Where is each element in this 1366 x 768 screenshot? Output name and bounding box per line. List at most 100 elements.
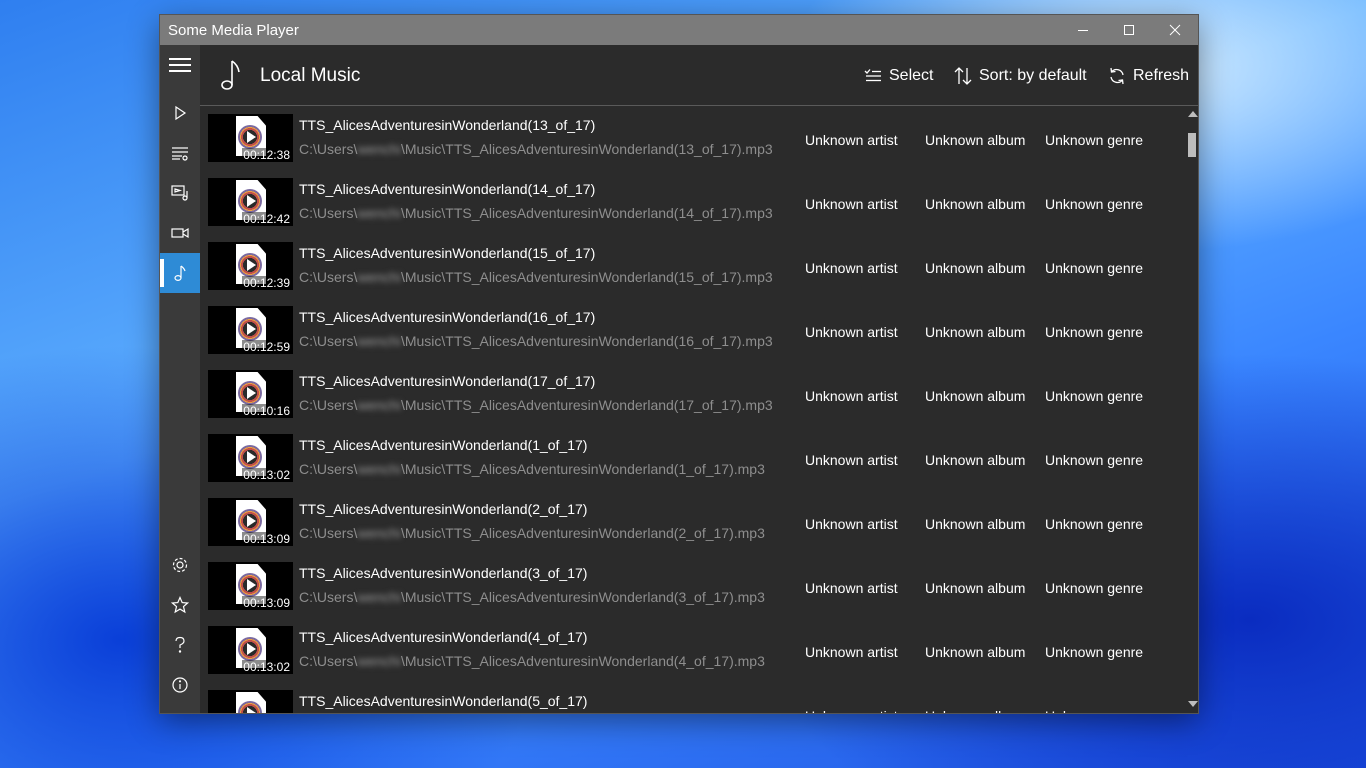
track-path: C:\Users\wenchi\Music\TTS_AlicesAdventur… <box>299 461 765 477</box>
track-path-suffix: \Music\TTS_AlicesAdventuresinWonderland(… <box>400 461 765 477</box>
track-row[interactable]: 00:12:42 TTS_AlicesAdventuresinWonderland… <box>200 170 1185 234</box>
track-artist: Unknown artist <box>805 516 898 532</box>
track-duration: 00:13:09 <box>242 532 291 546</box>
track-duration: 00:12:38 <box>242 148 291 162</box>
track-title: TTS_AlicesAdventuresinWonderland(13_of_1… <box>299 117 596 133</box>
track-genre: Unknown genre <box>1045 196 1144 212</box>
track-path: C:\Users\wenchi\Music\TTS_AlicesAdventur… <box>299 141 773 157</box>
sidebar-item-playlists[interactable] <box>160 133 200 173</box>
track-album: Unknown album <box>925 260 1026 276</box>
sidebar-item-menu[interactable] <box>160 45 200 85</box>
track-genre: Unknown genre <box>1045 324 1144 340</box>
track-album: Unknown album <box>925 580 1026 596</box>
track-album: Unknown album <box>925 516 1026 532</box>
sort-button[interactable]: Sort: by default <box>954 65 1087 87</box>
sidebar-item-settings[interactable] <box>160 545 200 585</box>
track-path: C:\Users\wenchi\Music\TTS_AlicesAdventur… <box>299 205 773 221</box>
track-album: Unknown album <box>925 644 1026 660</box>
sidebar-item-now-playing[interactable] <box>160 93 200 133</box>
track-list[interactable]: 00:12:38 TTS_AlicesAdventuresinWonderland… <box>200 106 1185 713</box>
sort-label: Sort: by default <box>979 67 1087 84</box>
track-duration: 00:12:42 <box>242 212 291 226</box>
track-path-user: wenchi <box>357 141 401 157</box>
track-path-prefix: C:\Users\ <box>299 461 358 477</box>
sidebar-item-library[interactable] <box>160 173 200 213</box>
track-row[interactable]: 00:13:02 TTS_AlicesAdventuresinWonderland… <box>200 426 1185 490</box>
track-path-suffix: \Music\TTS_AlicesAdventuresinWonderland(… <box>400 269 773 285</box>
play-overlay-icon <box>247 131 256 143</box>
track-duration: 00:13:02 <box>242 660 291 674</box>
track-path-prefix: C:\Users\ <box>299 141 358 157</box>
track-path-user: wenchi <box>357 589 401 605</box>
track-thumbnail: 00:13:02 <box>208 626 293 674</box>
scroll-down-arrow[interactable] <box>1188 701 1198 707</box>
track-path-prefix: C:\Users\ <box>299 653 358 669</box>
track-artist: Unknown artist <box>805 708 898 713</box>
minimize-button[interactable] <box>1060 15 1106 45</box>
track-title: TTS_AlicesAdventuresinWonderland(5_of_17… <box>299 693 588 709</box>
track-path-user: wenchi <box>357 653 401 669</box>
track-title: TTS_AlicesAdventuresinWonderland(3_of_17… <box>299 565 588 581</box>
track-album: Unknown album <box>925 708 1025 713</box>
track-row[interactable]: 00:12:39 TTS_AlicesAdventuresinWonderland… <box>200 234 1185 298</box>
track-row[interactable]: 00:13:09 TTS_AlicesAdventuresinWonderland… <box>200 490 1185 554</box>
track-path-user: wenchi <box>357 461 401 477</box>
track-title: TTS_AlicesAdventuresinWonderland(2_of_17… <box>299 501 588 517</box>
track-row[interactable]: TTS_AlicesAdventuresinWonderland(5_of_17… <box>200 682 1185 713</box>
play-overlay-icon <box>247 707 256 713</box>
sidebar-item-favorites[interactable] <box>160 585 200 625</box>
scroll-up-arrow[interactable] <box>1188 111 1198 117</box>
refresh-label: Refresh <box>1133 67 1190 84</box>
sidebar-item-about[interactable] <box>160 665 200 705</box>
track-thumbnail: 00:12:59 <box>208 306 293 354</box>
sidebar-item-help[interactable] <box>160 625 200 665</box>
track-duration: 00:12:39 <box>242 276 291 290</box>
app-window: Some Media Player Local Music Select Sor… <box>160 15 1198 713</box>
refresh-icon <box>1110 67 1124 85</box>
page-title: Local Music <box>260 65 361 86</box>
scroll-thumb[interactable] <box>1188 133 1196 157</box>
maximize-button[interactable] <box>1106 15 1152 45</box>
track-row[interactable]: 00:12:59 TTS_AlicesAdventuresinWonderland… <box>200 298 1185 362</box>
play-overlay-icon <box>247 195 256 207</box>
music-note-icon <box>221 60 240 90</box>
scrollbar[interactable] <box>1185 106 1198 713</box>
playlist-icon <box>172 147 188 161</box>
play-overlay-icon <box>247 259 256 271</box>
track-thumbnail: 00:13:09 <box>208 562 293 610</box>
close-button[interactable] <box>1152 15 1198 45</box>
track-duration: 00:10:16 <box>242 404 291 418</box>
track-thumbnail: 00:12:38 <box>208 114 293 162</box>
track-album: Unknown album <box>925 196 1026 212</box>
music-note-icon <box>174 265 186 282</box>
track-path-suffix: \Music\TTS_AlicesAdventuresinWonderland(… <box>400 589 765 605</box>
track-row[interactable]: 00:13:02 TTS_AlicesAdventuresinWonderland… <box>200 618 1185 682</box>
track-path: C:\Users\wenchi\Music\TTS_AlicesAdventur… <box>299 653 765 669</box>
track-path-suffix: \Music\TTS_AlicesAdventuresinWonderland(… <box>400 141 773 157</box>
track-row[interactable]: 00:13:09 TTS_AlicesAdventuresinWonderland… <box>200 554 1185 618</box>
select-label: Select <box>889 67 934 84</box>
track-path-prefix: C:\Users\ <box>299 589 358 605</box>
track-path-user: wenchi <box>357 397 401 413</box>
track-artist: Unknown artist <box>805 196 898 212</box>
track-path-prefix: C:\Users\ <box>299 269 358 285</box>
track-genre: Unknown genre <box>1045 580 1144 596</box>
sidebar-item-video[interactable] <box>160 213 200 253</box>
play-overlay-icon <box>247 515 256 527</box>
select-button[interactable]: Select <box>864 65 933 87</box>
title-bar[interactable]: Some Media Player <box>160 15 1198 45</box>
track-artist: Unknown artist <box>805 324 898 340</box>
track-duration: 00:13:02 <box>242 468 291 482</box>
track-path: C:\Users\wenchi\Music\TTS_AlicesAdventur… <box>299 397 773 413</box>
sidebar-item-music[interactable] <box>160 253 200 293</box>
question-icon <box>175 636 185 653</box>
track-row[interactable]: 00:10:16 TTS_AlicesAdventuresinWonderland… <box>200 362 1185 426</box>
refresh-button[interactable]: Refresh <box>1108 65 1189 87</box>
play-overlay-icon <box>247 579 256 591</box>
hamburger-icon <box>169 58 191 72</box>
sort-icon <box>954 67 972 85</box>
track-path: C:\Users\wenchi\Music\TTS_AlicesAdventur… <box>299 525 765 541</box>
close-icon <box>1169 24 1181 36</box>
track-path-suffix: \Music\TTS_AlicesAdventuresinWonderland(… <box>400 653 765 669</box>
track-row[interactable]: 00:12:38 TTS_AlicesAdventuresinWonderland… <box>200 106 1185 170</box>
